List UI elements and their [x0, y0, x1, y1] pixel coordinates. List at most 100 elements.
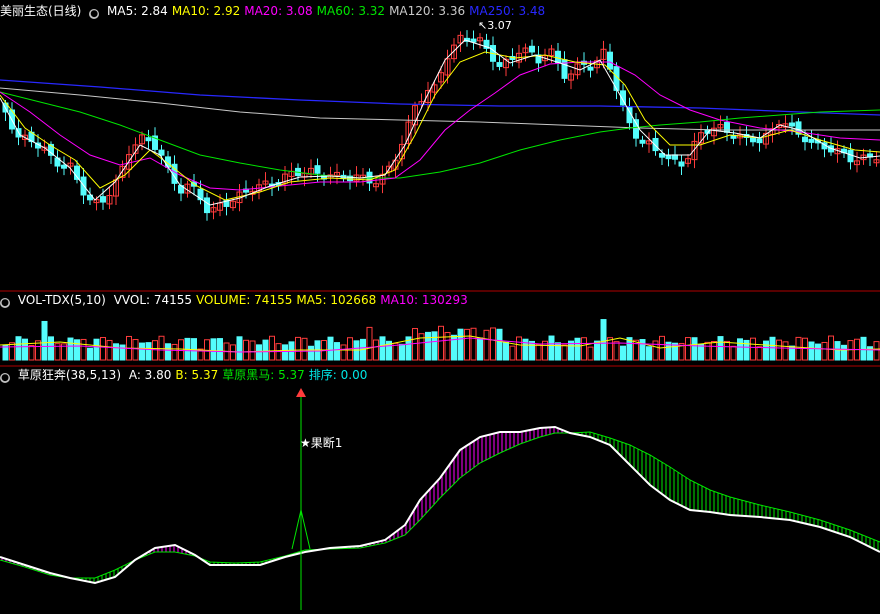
volume-bar [262, 339, 269, 361]
candle-body [314, 165, 321, 174]
volume-bar [724, 340, 730, 361]
volume-bar [100, 337, 106, 361]
volume-bar [412, 328, 418, 361]
indicator-a-line [0, 425, 880, 585]
indicator-value: MA60: 3.32 [316, 4, 386, 18]
candle-body [555, 50, 561, 64]
volume-bar [210, 338, 217, 361]
volume-bar [581, 337, 587, 361]
candle-body [639, 139, 646, 144]
volume-bar [847, 340, 854, 361]
ma20-line [0, 61, 880, 191]
candle-body [61, 164, 67, 169]
candle-body [607, 51, 613, 70]
candle-body [100, 196, 106, 203]
indicator-value: VVOL: 74155 [113, 293, 193, 307]
candle-body [678, 161, 685, 167]
volume-bar [594, 340, 600, 361]
volume-bar [132, 339, 139, 361]
candle-body [496, 62, 503, 67]
volume-bar [860, 336, 867, 361]
indicator-panel-header: ● 草原狂奔(38,5,13) A: 3.80 B: 5.37 草原黑马: 5.37… [0, 367, 375, 383]
volume-bar [373, 339, 379, 361]
candle-body [808, 138, 815, 143]
volume-bar [769, 336, 776, 361]
volume-bar [516, 336, 522, 361]
candle-body [724, 121, 730, 133]
volume-bar [15, 336, 22, 361]
volume-bar [717, 336, 724, 361]
volume-bar [243, 339, 249, 361]
volume-bar [646, 346, 652, 361]
volume-bar [139, 342, 145, 361]
volume-bar [158, 335, 165, 361]
volume-bar [41, 320, 48, 361]
volume-bar [691, 337, 698, 361]
volume-bar [249, 340, 256, 361]
volume-bar [529, 340, 535, 361]
volume-bar [808, 341, 815, 361]
indicator-value: MA5: 2.84 [107, 4, 168, 18]
volume-bar [561, 344, 568, 361]
volume-bar [282, 344, 288, 361]
circle-menu-icon[interactable]: ● [89, 9, 100, 19]
volume-panel-header: ● VOL-TDX(5,10) VVOL: 74155 VOLUME: 74155… [0, 292, 476, 308]
indicator-value: MA20: 3.08 [244, 4, 313, 18]
volume-bar [28, 345, 35, 361]
volume-bar [802, 337, 808, 361]
circle-menu-icon[interactable]: ● [0, 373, 10, 383]
volume-bar [587, 346, 594, 361]
volume-bar [574, 337, 581, 361]
volume-bar [340, 344, 347, 361]
volume-bar [639, 339, 646, 361]
volume-bar [113, 343, 119, 361]
volume-bar [366, 326, 373, 361]
volume-bar [230, 344, 236, 361]
candle-body [529, 45, 535, 53]
signal-arrow-icon [296, 388, 306, 397]
volume-bar [464, 328, 470, 361]
indicator-value: 排序: 0.00 [308, 368, 368, 382]
indicator-panel-title: 草原狂奔(38,5,13) [17, 368, 121, 382]
volume-bar [9, 342, 15, 361]
volume-bar [470, 327, 477, 361]
volume-bar [600, 319, 607, 361]
ma120-line [0, 87, 880, 131]
volume-bar [87, 347, 93, 361]
volume-bar [48, 336, 54, 361]
volume-bar [431, 331, 438, 361]
volume-bar [496, 328, 503, 361]
volume-bar [295, 336, 301, 361]
candle-body [470, 38, 477, 43]
volume-bar [256, 344, 262, 361]
volume-bar [334, 342, 340, 361]
volume-bar [236, 336, 243, 361]
candle-body [847, 149, 854, 163]
volume-bar [730, 345, 737, 361]
volume-bar [841, 344, 847, 361]
candle-body [756, 138, 763, 144]
volume-bar [74, 339, 80, 361]
volume-bar [178, 339, 184, 361]
volume-bar [457, 328, 464, 361]
volume-bar [145, 342, 152, 361]
candle-body [587, 66, 594, 71]
indicator-b-line [0, 431, 880, 579]
volume-bar [425, 331, 431, 361]
volume-bar [756, 346, 763, 361]
volume-bar [483, 329, 490, 361]
volume-bar [503, 341, 509, 361]
volume-bar [607, 337, 613, 361]
circle-menu-icon[interactable]: ● [0, 298, 10, 308]
high-price-arrow-icon: ↖ [478, 19, 488, 32]
indicator-value: MA10: 130293 [380, 293, 468, 307]
volume-bar [67, 337, 74, 361]
volume-bar [548, 335, 555, 361]
signal-label: ★果断1 [300, 436, 343, 450]
volume-bar [828, 335, 834, 361]
volume-bar [165, 343, 171, 361]
candle-body [652, 137, 659, 152]
volume-bar [171, 343, 178, 361]
volume-bar [399, 343, 405, 361]
volume-bar [106, 339, 113, 361]
